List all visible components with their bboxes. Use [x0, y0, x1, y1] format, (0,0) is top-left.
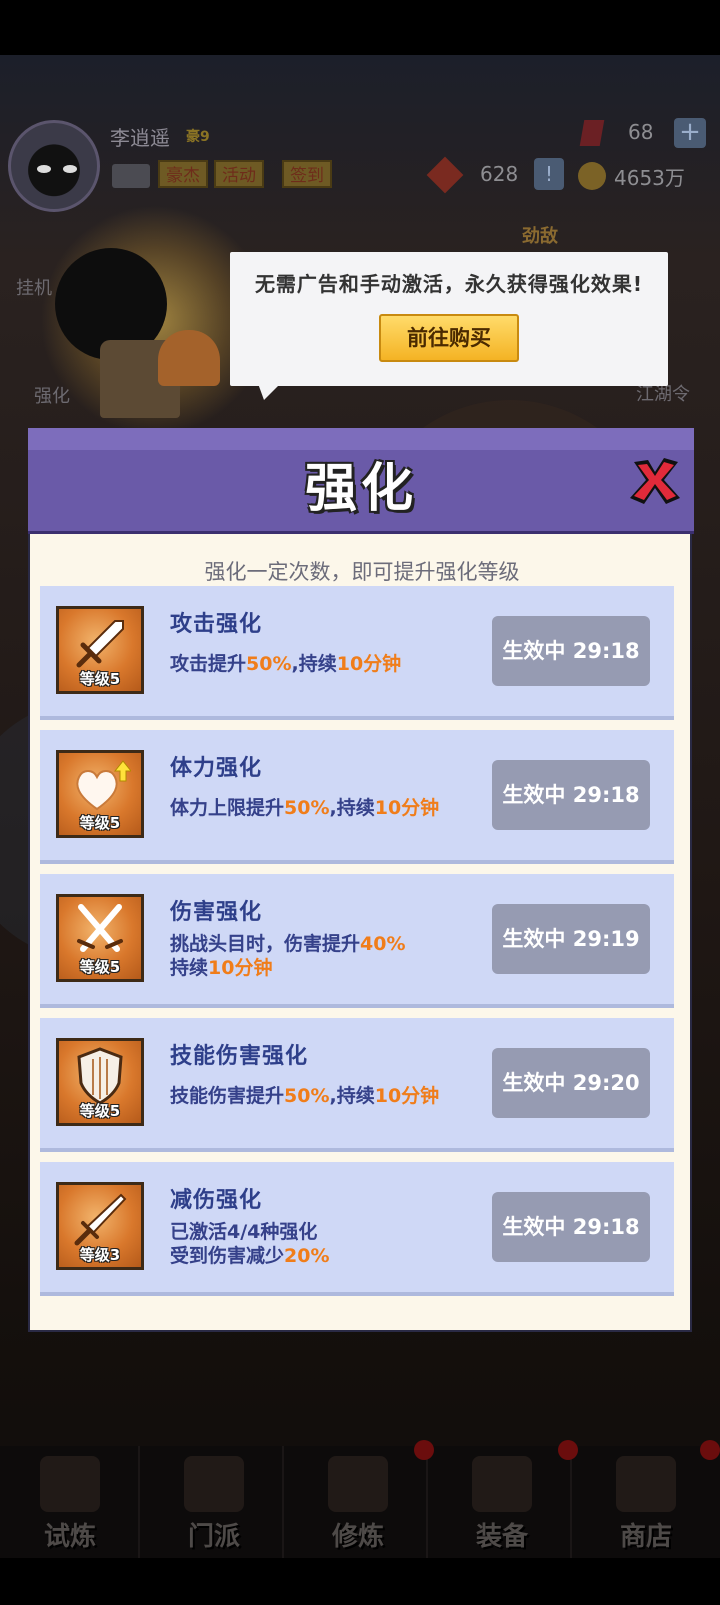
checkin-button[interactable]: 签到	[282, 160, 332, 188]
alert-button[interactable]: !	[534, 158, 564, 190]
status-button[interactable]: 生效中 29:18	[492, 760, 650, 830]
level-label: 等级3	[79, 1246, 121, 1264]
vip-badge: 豪9	[186, 129, 210, 145]
player-name: 李逍遥	[110, 126, 170, 150]
notification-dot	[700, 1440, 720, 1460]
close-icon	[630, 458, 680, 504]
boost-card-attack: 等级5 攻击强化 攻击提升50%,持续10分钟 生效中 29:18	[40, 586, 674, 720]
rival-label[interactable]: 劲敌	[522, 222, 558, 248]
book-icon	[328, 1456, 388, 1512]
token-icon	[426, 156, 464, 194]
boost-icon-frame: 等级5	[56, 1038, 144, 1126]
nav-cultivate[interactable]: 修炼	[288, 1446, 428, 1558]
boost-card-skill: 等级5 技能伤害强化 技能伤害提升50%,持续10分钟 生效中 29:20	[40, 1018, 674, 1152]
token-count: 628	[480, 162, 519, 186]
card-title: 伤害强化	[170, 900, 263, 925]
nav-equipment[interactable]: 装备	[432, 1446, 572, 1558]
status-button[interactable]: 生效中 29:18	[492, 616, 650, 686]
heart-up-icon	[76, 760, 131, 811]
card-description: 已激活4/4种强化 受到伤害减少20%	[170, 1221, 330, 1267]
card-title: 攻击强化	[170, 612, 263, 637]
promo-bubble: 无需广告和手动激活，永久获得强化效果! 前往购买	[230, 252, 668, 386]
level-label: 等级5	[79, 670, 121, 688]
weapon-icon	[472, 1456, 532, 1512]
add-gems-button[interactable]: +	[674, 118, 706, 148]
temple-icon	[184, 1456, 244, 1512]
card-title: 体力强化	[170, 756, 263, 781]
boost-icon-frame: 等级3	[56, 1182, 144, 1270]
boost-icon-frame: 等级5	[56, 894, 144, 982]
card-title: 减伤强化	[170, 1188, 263, 1213]
coin-count: 4653万	[614, 166, 685, 190]
status-button[interactable]: 生效中 29:18	[492, 1192, 650, 1262]
shop-icon	[616, 1456, 676, 1512]
coin-icon	[578, 162, 606, 190]
gem-icon	[579, 120, 605, 146]
sword-icon	[76, 620, 124, 668]
nav-trial[interactable]: 试炼	[0, 1446, 140, 1558]
status-button[interactable]: 生效中 29:20	[492, 1048, 650, 1118]
boost-card-stamina: 等级5 体力强化 体力上限提升50%,持续10分钟 生效中 29:18	[40, 730, 674, 864]
buy-button[interactable]: 前往购买	[379, 314, 519, 362]
level-label: 等级5	[79, 958, 121, 976]
card-description: 体力上限提升50%,持续10分钟	[170, 797, 440, 819]
boost-card-defense: 等级3 减伤强化 已激活4/4种强化 受到伤害减少20% 生效中 29:18	[40, 1162, 674, 1296]
modal-header: 强化	[28, 428, 694, 534]
card-description: 挑战头目时，伤害提升40% 持续10分钟	[170, 933, 406, 979]
nav-sect[interactable]: 门派	[144, 1446, 284, 1558]
modal-subtitle: 强化一定次数，即可提升强化等级	[204, 560, 520, 584]
card-description: 攻击提升50%,持续10分钟	[170, 653, 402, 675]
ninja-icon	[40, 1456, 100, 1512]
events-button[interactable]: 活动	[214, 160, 264, 188]
boost-icon-frame: 等级5	[56, 606, 144, 694]
level-label: 等级5	[79, 814, 121, 832]
card-title: 技能伤害强化	[170, 1044, 309, 1069]
gem-count: 68	[628, 120, 654, 144]
notification-dot	[558, 1440, 578, 1460]
crossed-swords-icon	[77, 904, 123, 952]
promo-text: 无需广告和手动激活，永久获得强化效果!	[254, 272, 644, 296]
card-description: 技能伤害提升50%,持续10分钟	[170, 1085, 440, 1107]
player-avatar[interactable]	[8, 120, 100, 212]
notification-dot	[414, 1440, 434, 1460]
boost-icon-frame: 等级5	[56, 750, 144, 838]
title-tag[interactable]: 豪杰	[158, 160, 208, 188]
nav-shop[interactable]: 商店	[576, 1446, 716, 1558]
level-label: 等级5	[79, 1102, 121, 1120]
shield-icon	[77, 1047, 123, 1105]
bottom-nav: 试炼 门派 修炼 装备 商店	[0, 1446, 720, 1558]
dagger-icon	[74, 1193, 127, 1246]
modal-title: 强化	[304, 459, 417, 519]
close-button[interactable]	[626, 452, 684, 510]
boost-card-damage: 等级5 伤害强化 挑战头目时，伤害提升40% 持续10分钟 生效中 29:19	[40, 874, 674, 1008]
mail-icon[interactable]	[112, 164, 150, 188]
status-button[interactable]: 生效中 29:19	[492, 904, 650, 974]
boost-modal: 强化 强化一定次数，即可提升强化等级 等级5 攻击强化 攻击提升50%,持续10…	[28, 428, 694, 1332]
